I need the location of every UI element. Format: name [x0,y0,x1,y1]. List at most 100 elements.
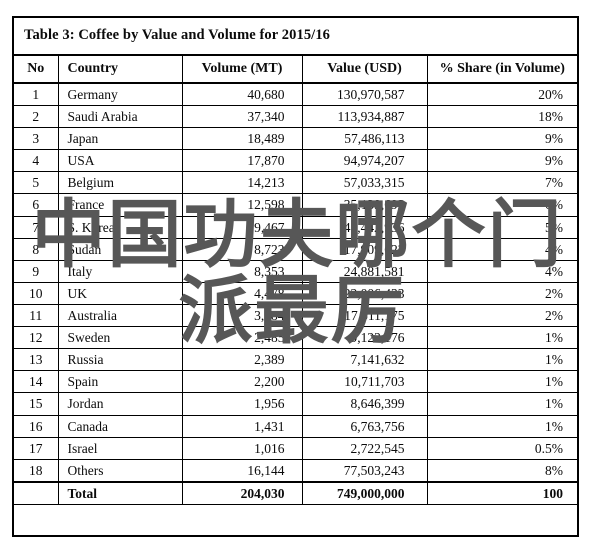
row-cell-share: 4% [426,237,577,261]
table-total-row: Total 204,030 749,000,000 100 [14,480,577,505]
row-cell-no: 10 [14,281,59,306]
row-cell-country: Australia [57,303,183,328]
row-cell-no: 8 [14,237,59,261]
row-cell-share: 9% [426,149,577,173]
row-cell-share: 6% [426,193,577,217]
row-cell-volume: 1,431 [181,414,303,438]
table-row: 11 Australia 3,884 17,511,175 2% [14,303,577,328]
table-row: 2 Saudi Arabia 37,340 113,934,887 18% [14,105,577,129]
row-cell-volume: 1,016 [181,436,303,460]
row-cell-country: Saudi Arabia [57,105,183,129]
table-row: 1 Germany 40,680 130,970,587 20% [14,82,577,107]
table-head: Table 3: Coffee by Value and Volume for … [14,18,577,84]
table-row: 15 Jordan 1,956 8,646,399 1% [14,392,577,416]
row-cell-country: Russia [57,348,183,372]
row-cell-value: 17,511,175 [301,303,428,328]
row-cell-share: 7% [426,171,577,195]
table-row: 7 S. Korea 9,467 41,442,936 5% [14,215,577,239]
table-row: 9 Italy 8,353 24,881,581 4% [14,259,577,283]
row-cell-country: Israel [57,436,183,460]
row-cell-value: 57,033,315 [301,171,428,195]
row-cell-no: 14 [14,370,59,394]
row-cell-country: Spain [57,370,183,394]
row-cell-share: 1% [426,414,577,438]
row-cell-country: Germany [57,82,183,107]
row-cell-no: 16 [14,414,59,438]
row-cell-value: 17,909,623 [301,237,428,261]
row-cell-value: 41,442,936 [301,215,428,239]
coffee-statistics-table: Table 3: Coffee by Value and Volume for … [14,18,577,505]
row-cell-volume: 1,956 [181,392,303,416]
row-cell-share: 5% [426,215,577,239]
row-cell-country: Japan [57,127,183,151]
row-cell-value: 57,486,113 [301,127,428,151]
row-cell-value: 24,881,581 [301,259,428,283]
row-cell-country: USA [57,149,183,173]
table-row: 5 Belgium 14,213 57,033,315 7% [14,171,577,195]
table-frame: Table 3: Coffee by Value and Volume for … [12,16,579,537]
row-cell-share: 18% [426,105,577,129]
column-header-share: % Share (in Volume) [426,54,577,84]
row-cell-volume: 16,144 [181,458,303,483]
row-cell-country: S. Korea [57,215,183,239]
total-share: 100 [426,480,577,505]
row-cell-volume: 8,353 [181,259,303,283]
row-cell-volume: 18,489 [181,127,303,151]
row-cell-value: 8,646,399 [301,392,428,416]
row-cell-value: 22,006,433 [301,281,428,306]
table-row: 6 France 12,598 35,139,692 6% [14,193,577,217]
row-cell-volume: 17,870 [181,149,303,173]
row-cell-volume: 2,200 [181,370,303,394]
table-row: 12 Sweden 2,485 9,122,176 1% [14,326,577,350]
row-cell-share: 1% [426,348,577,372]
row-cell-value: 77,503,243 [301,458,428,483]
row-cell-share: 1% [426,370,577,394]
row-cell-volume: 40,680 [181,82,303,107]
column-header-no: No [14,54,59,84]
row-cell-no: 2 [14,105,59,129]
table-header-row: No Country Volume (MT) Value (USD) % Sha… [14,54,577,84]
row-cell-share: 0.5% [426,436,577,460]
row-cell-no: 4 [14,149,59,173]
row-cell-share: 2% [426,303,577,328]
table-body: 1 Germany 40,680 130,970,587 20% 2 Saudi Arabi… [14,82,577,505]
table-row: 17 Israel 1,016 2,722,545 0.5% [14,436,577,460]
row-cell-country: France [57,193,183,217]
row-cell-volume: 3,884 [181,303,303,328]
row-cell-no: 1 [14,82,59,107]
row-cell-value: 94,974,207 [301,149,428,173]
row-cell-country: UK [57,281,183,306]
table-title: Table 3: Coffee by Value and Volume for … [14,18,577,57]
row-cell-value: 130,970,587 [301,82,428,107]
row-cell-value: 6,763,756 [301,414,428,438]
row-cell-value: 9,122,176 [301,326,428,350]
row-cell-no: 3 [14,127,59,151]
table-row: 16 Canada 1,431 6,763,756 1% [14,414,577,438]
row-cell-no: 11 [14,303,59,328]
table-row: 18 Others 16,144 77,503,243 8% [14,458,577,483]
row-cell-value: 7,141,632 [301,348,428,372]
row-cell-no: 7 [14,215,59,239]
table-row: 3 Japan 18,489 57,486,113 9% [14,127,577,151]
row-cell-country: Others [57,458,183,483]
total-volume: 204,030 [181,480,303,505]
row-cell-volume: 12,598 [181,193,303,217]
row-cell-country: Canada [57,414,183,438]
row-cell-no: 13 [14,348,59,372]
row-cell-value: 10,711,703 [301,370,428,394]
table-row: 13 Russia 2,389 7,141,632 1% [14,348,577,372]
column-header-value: Value (USD) [301,54,428,84]
row-cell-volume: 4,478 [181,281,303,306]
row-cell-country: Italy [57,259,183,283]
row-cell-value: 35,139,692 [301,193,428,217]
column-header-volume: Volume (MT) [181,54,303,84]
row-cell-country: Belgium [57,171,183,195]
row-cell-share: 1% [426,392,577,416]
row-cell-no: 17 [14,436,59,460]
row-cell-no: 15 [14,392,59,416]
row-cell-country: Jordan [57,392,183,416]
table-row: 10 UK 4,478 22,006,433 2% [14,281,577,306]
table-title-row: Table 3: Coffee by Value and Volume for … [14,18,577,57]
row-cell-volume: 8,723 [181,237,303,261]
row-cell-share: 2% [426,281,577,306]
